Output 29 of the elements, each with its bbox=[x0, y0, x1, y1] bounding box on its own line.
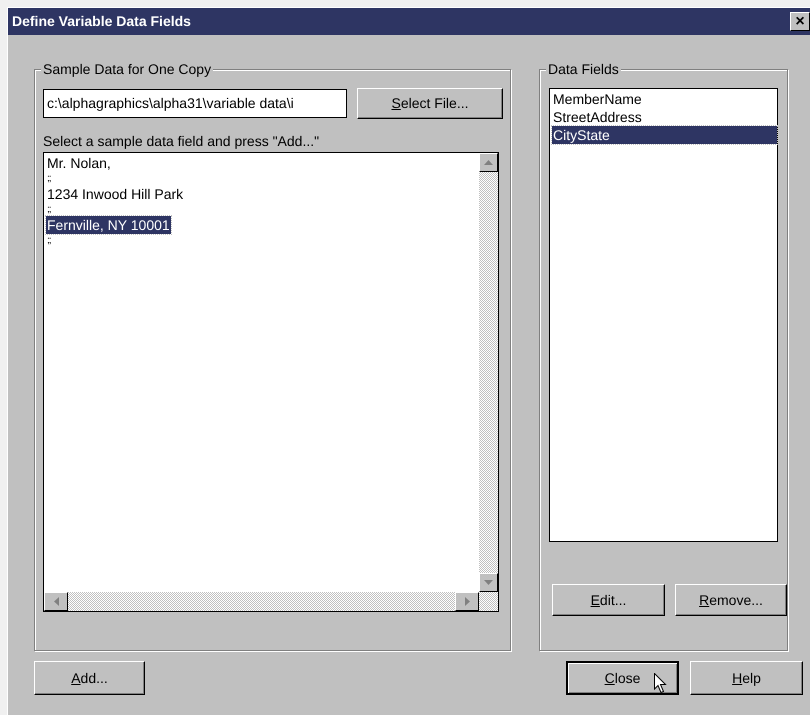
add-button[interactable]: Add... bbox=[34, 661, 145, 695]
file-path-field[interactable]: c:\alphagraphics\alpha31\variable data\i bbox=[43, 89, 347, 118]
help-button[interactable]: Help bbox=[690, 661, 803, 695]
down-arrow-icon bbox=[484, 580, 493, 585]
scroll-left-button[interactable] bbox=[44, 592, 68, 611]
sample-data-line[interactable]: 1234 Inwood Hill Park bbox=[46, 185, 184, 203]
scroll-down-button[interactable] bbox=[479, 573, 498, 592]
window-title: Define Variable Data Fields bbox=[12, 12, 191, 31]
close-button[interactable]: Close bbox=[566, 661, 679, 695]
data-field-item[interactable]: StreetAddress bbox=[552, 108, 777, 126]
data-field-item[interactable]: MemberName bbox=[552, 90, 777, 108]
instruction-label: Select a sample data field and press "Add..." bbox=[43, 132, 320, 150]
right-arrow-icon bbox=[464, 597, 470, 606]
close-button[interactable]: × bbox=[790, 12, 810, 31]
mouse-pointer-icon bbox=[654, 673, 667, 694]
left-arrow-icon bbox=[54, 597, 58, 606]
select-file-button[interactable]: Select File... bbox=[357, 88, 503, 119]
scroll-up-button[interactable] bbox=[479, 153, 498, 172]
data-field-item[interactable]: CityState bbox=[552, 126, 777, 144]
separator-line[interactable]: ;; bbox=[46, 172, 52, 185]
up-arrow-icon bbox=[484, 160, 493, 165]
group-title: Data Fields bbox=[546, 61, 621, 77]
separator-line[interactable]: ;; bbox=[46, 234, 52, 247]
remove-button[interactable]: Remove... bbox=[674, 584, 787, 616]
group-title: Sample Data for One Copy bbox=[41, 61, 214, 77]
scroll-right-button[interactable] bbox=[455, 592, 479, 611]
edit-button[interactable]: Edit... bbox=[552, 584, 665, 616]
sample-data-line[interactable]: Mr. Nolan, bbox=[46, 154, 112, 172]
separator-line[interactable]: ;; bbox=[46, 203, 52, 216]
